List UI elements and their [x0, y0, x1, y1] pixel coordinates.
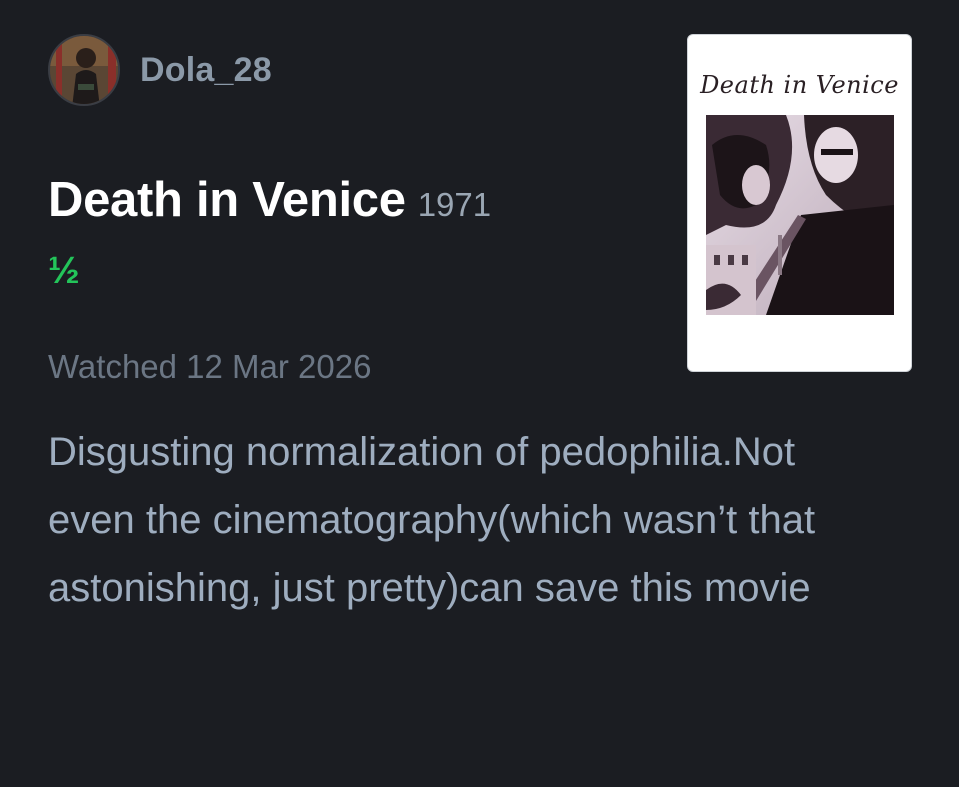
avatar[interactable]	[48, 34, 120, 106]
rating-half-star: ½	[48, 250, 80, 292]
poster-title: Death in Venice	[700, 71, 899, 99]
film-title[interactable]: Death in Venice	[48, 172, 406, 228]
review-card: Dola_28 Death in Venice 1971 ½ Watched 1…	[0, 0, 959, 787]
poster-art-image	[706, 115, 894, 315]
avatar-image	[50, 36, 118, 104]
author-row[interactable]: Dola_28	[48, 34, 272, 106]
review-text: Disgusting normalization of pedophilia.N…	[48, 430, 816, 610]
film-poster[interactable]: Death in Venice	[687, 34, 912, 372]
film-year[interactable]: 1971	[418, 186, 491, 224]
watched-date: Watched 12 Mar 2026	[48, 348, 372, 385]
username[interactable]: Dola_28	[140, 51, 272, 90]
film-title-row: Death in Venice 1971	[48, 172, 491, 228]
